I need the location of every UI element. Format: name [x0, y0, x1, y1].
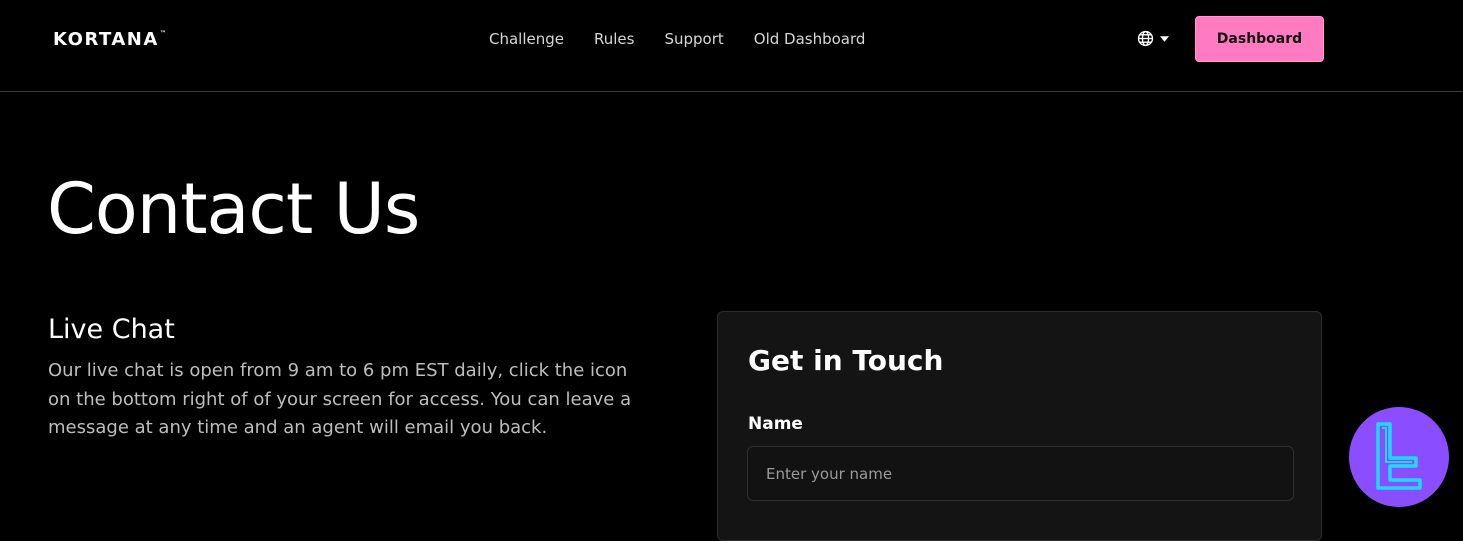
form-title: Get in Touch	[748, 344, 944, 377]
language-selector[interactable]	[1137, 30, 1169, 47]
nav-support[interactable]: Support	[664, 29, 723, 49]
kortana-logo[interactable]: KORTANA™	[53, 29, 166, 50]
name-input[interactable]	[747, 446, 1294, 501]
chat-logo-icon	[1368, 418, 1430, 496]
logo-text: KORTANA	[53, 29, 159, 50]
nav-old-dashboard[interactable]: Old Dashboard	[754, 29, 866, 49]
dashboard-button[interactable]: Dashboard	[1195, 16, 1324, 62]
globe-icon	[1137, 30, 1154, 47]
contact-form-card: Get in Touch Name	[717, 311, 1322, 541]
nav-rules[interactable]: Rules	[594, 29, 634, 49]
main-nav: Challenge Rules Support Old Dashboard	[489, 29, 865, 49]
live-chat-description: Our live chat is open from 9 am to 6 pm …	[48, 360, 632, 438]
live-chat-title: Live Chat	[48, 314, 175, 345]
logo-trademark: ™	[159, 30, 166, 37]
chevron-down-icon	[1160, 35, 1169, 42]
nav-challenge[interactable]: Challenge	[489, 29, 564, 49]
site-header: KORTANA™ Challenge Rules Support Old Das…	[0, 0, 1463, 92]
chat-widget-button[interactable]	[1349, 407, 1449, 507]
name-label: Name	[748, 414, 803, 434]
page-title: Contact Us	[47, 168, 420, 250]
